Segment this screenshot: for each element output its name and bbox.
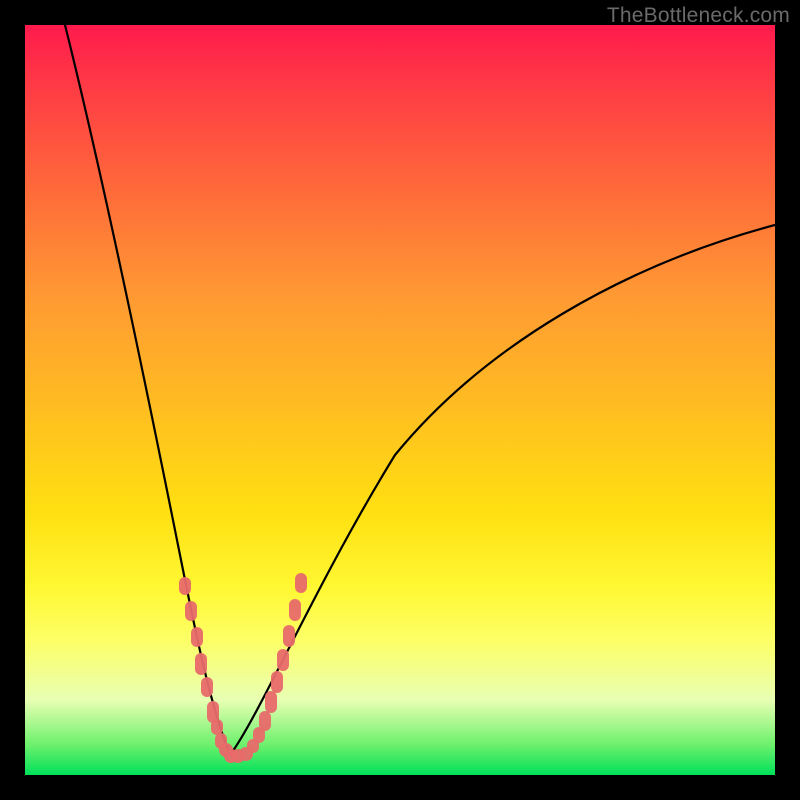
- marker-dot: [283, 625, 295, 647]
- marker-dot: [195, 653, 207, 675]
- marker-dot: [295, 573, 307, 593]
- marker-dot: [201, 677, 213, 697]
- marker-dot: [277, 649, 289, 671]
- marker-dot: [185, 601, 197, 621]
- chart-frame: TheBottleneck.com: [0, 0, 800, 800]
- marker-dot: [179, 577, 191, 595]
- marker-dot: [211, 719, 223, 735]
- marker-dot: [191, 627, 203, 647]
- marker-dot: [259, 711, 271, 731]
- curve-left-branch: [65, 25, 230, 755]
- marker-dot: [265, 691, 277, 713]
- marker-dot: [271, 671, 283, 693]
- plot-svg: [25, 25, 775, 775]
- marker-dot: [289, 599, 301, 621]
- curve-right-branch: [230, 225, 775, 755]
- plot-area: [25, 25, 775, 775]
